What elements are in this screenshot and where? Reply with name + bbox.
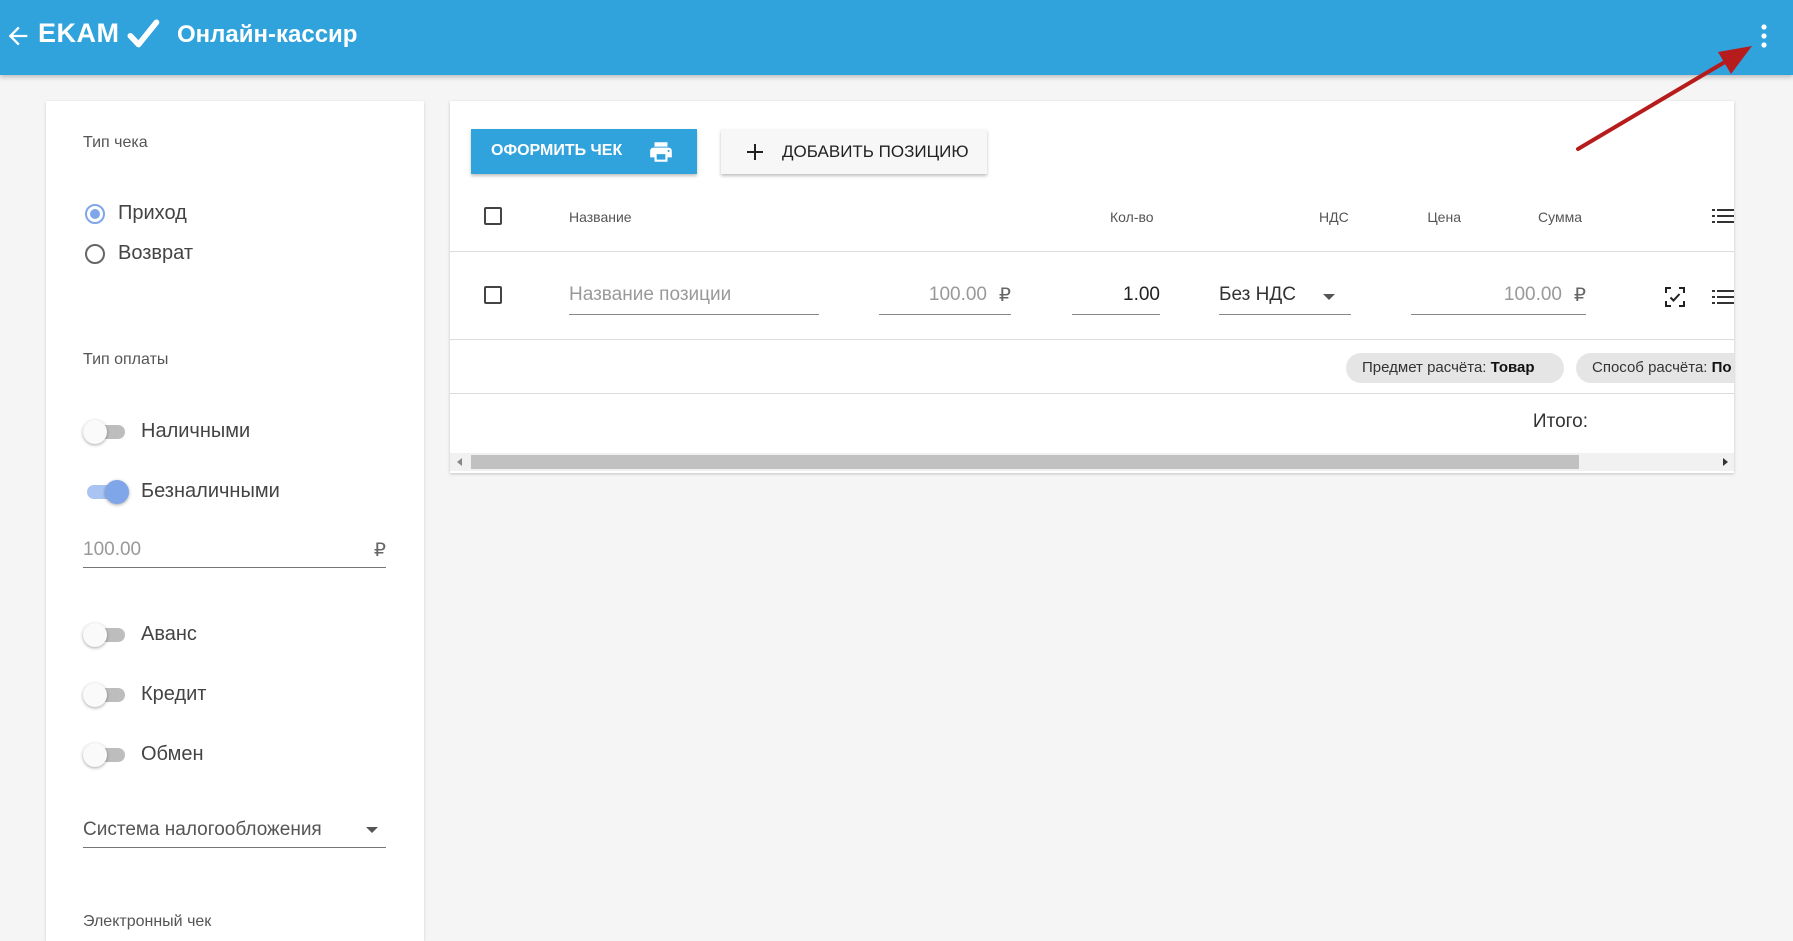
items-table: Название Цена Кол-во НДС Сумма Название …	[450, 181, 1734, 473]
card-amount-input[interactable]: 100.00 ₽	[83, 531, 386, 568]
item-qty-input[interactable]: 1.00	[1072, 276, 1160, 315]
issue-receipt-label: ОФОРМИТЬ ЧЕК	[491, 142, 623, 159]
currency-symbol: ₽	[373, 540, 386, 561]
scroll-left-icon[interactable]	[457, 458, 462, 466]
toggle-cash[interactable]: Наличными	[83, 419, 251, 444]
card-amount-value: 100.00	[83, 539, 142, 560]
dropdown-arrow-icon	[366, 827, 378, 833]
radio-button-checked[interactable]	[85, 203, 105, 224]
item-attributes-row: Предмет расчёта: Товар Способ расчёта: П…	[450, 339, 1734, 394]
item-sum-input[interactable]: 100.00 ₽	[1411, 276, 1586, 315]
page-title: Онлайн-кассир	[177, 21, 358, 48]
method-chip[interactable]: Способ расчёта: По	[1576, 353, 1734, 383]
item-sum-value: 100.00	[1503, 284, 1562, 305]
app-brand[interactable]: EKAM	[38, 18, 120, 49]
column-header-sum: Сумма	[1538, 209, 1582, 225]
app-bar: EKAM Онлайн-кассир	[0, 0, 1793, 75]
table-header: Название Цена Кол-во НДС Сумма	[450, 181, 1734, 252]
toggle-credit[interactable]: Кредит	[83, 682, 207, 707]
more-vertical-icon[interactable]	[1752, 20, 1776, 52]
radio-return[interactable]: Возврат	[85, 242, 193, 265]
toggle-switch[interactable]	[83, 742, 129, 767]
scrollbar-thumb[interactable]	[471, 455, 1579, 469]
tax-system-select[interactable]: Система налогообложения	[83, 811, 386, 848]
subject-chip-value: Товар	[1490, 359, 1535, 376]
radio-income-label: Приход	[118, 202, 187, 224]
row-checkbox[interactable]	[484, 286, 502, 304]
item-vat-select[interactable]: Без НДС	[1219, 276, 1351, 315]
item-name-placeholder: Название позиции	[569, 284, 732, 305]
total-label: Итого:	[1532, 411, 1588, 432]
toggle-switch[interactable]	[83, 622, 129, 647]
select-all-checkbox[interactable]	[484, 207, 502, 225]
add-item-label: ДОБАВИТЬ ПОЗИЦИЮ	[782, 142, 969, 161]
receipt-items-card: ОФОРМИТЬ ЧЕК ДОБАВИТЬ ПОЗИЦИЮ Название Ц…	[450, 101, 1734, 473]
radio-button[interactable]	[85, 243, 105, 264]
subject-chip-label: Предмет расчёта:	[1362, 359, 1487, 376]
column-header-qty: Кол-во	[1110, 209, 1154, 225]
column-header-vat: НДС	[1319, 209, 1349, 225]
payment-type-label: Тип оплаты	[83, 351, 169, 368]
tax-system-placeholder: Система налогообложения	[83, 819, 322, 840]
column-header-price: Цена	[1427, 209, 1461, 225]
plus-icon	[747, 144, 763, 160]
toggle-card[interactable]: Безналичными	[83, 479, 280, 504]
subject-chip[interactable]: Предмет расчёта: Товар	[1346, 353, 1564, 383]
toggle-exchange-label: Обмен	[141, 742, 204, 765]
toggle-exchange[interactable]: Обмен	[83, 742, 204, 767]
toggle-switch[interactable]	[83, 419, 129, 444]
column-settings-list-icon[interactable]	[1712, 209, 1734, 223]
e-receipt-label: Электронный чек	[83, 913, 212, 930]
add-item-button[interactable]: ДОБАВИТЬ ПОЗИЦИЮ	[721, 129, 987, 174]
item-price-value: 100.00	[928, 284, 987, 305]
printer-icon	[650, 142, 672, 162]
item-qty-value: 1.00	[1123, 284, 1160, 305]
column-header-name: Название	[569, 209, 632, 225]
receipt-type-label: Тип чека	[83, 134, 148, 151]
method-chip-value: По	[1711, 359, 1732, 376]
row-details-list-icon[interactable]	[1712, 290, 1734, 304]
scroll-right-icon[interactable]	[1723, 458, 1728, 466]
dropdown-arrow-icon	[1323, 294, 1335, 300]
item-name-input[interactable]: Название позиции	[569, 276, 819, 315]
horizontal-scrollbar[interactable]	[450, 453, 1734, 471]
scan-barcode-icon[interactable]	[1663, 285, 1687, 309]
item-price-input[interactable]: 100.00 ₽	[879, 276, 1011, 315]
toggle-advance-label: Аванс	[141, 622, 197, 645]
issue-receipt-button[interactable]: ОФОРМИТЬ ЧЕК	[471, 129, 697, 174]
table-row: Название позиции 100.00 ₽ 1.00 Без НДС 1…	[450, 251, 1734, 340]
radio-return-label: Возврат	[118, 242, 193, 264]
currency-symbol: ₽	[998, 285, 1011, 306]
arrow-back-icon[interactable]	[4, 22, 32, 50]
toggle-advance[interactable]: Аванс	[83, 622, 197, 647]
receipt-settings-panel: Тип чека Приход Возврат Тип оплаты Налич…	[46, 101, 424, 941]
checkmark-icon	[127, 19, 160, 48]
radio-income[interactable]: Приход	[85, 202, 187, 225]
toggle-switch-on[interactable]	[83, 479, 129, 504]
currency-symbol: ₽	[1573, 285, 1586, 306]
method-chip-label: Способ расчёта:	[1592, 359, 1708, 376]
toggle-credit-label: Кредит	[141, 682, 207, 705]
item-vat-value: Без НДС	[1219, 284, 1296, 305]
toggle-cash-label: Наличными	[141, 419, 251, 442]
toggle-card-label: Безналичными	[141, 479, 280, 502]
toggle-switch[interactable]	[83, 682, 129, 707]
